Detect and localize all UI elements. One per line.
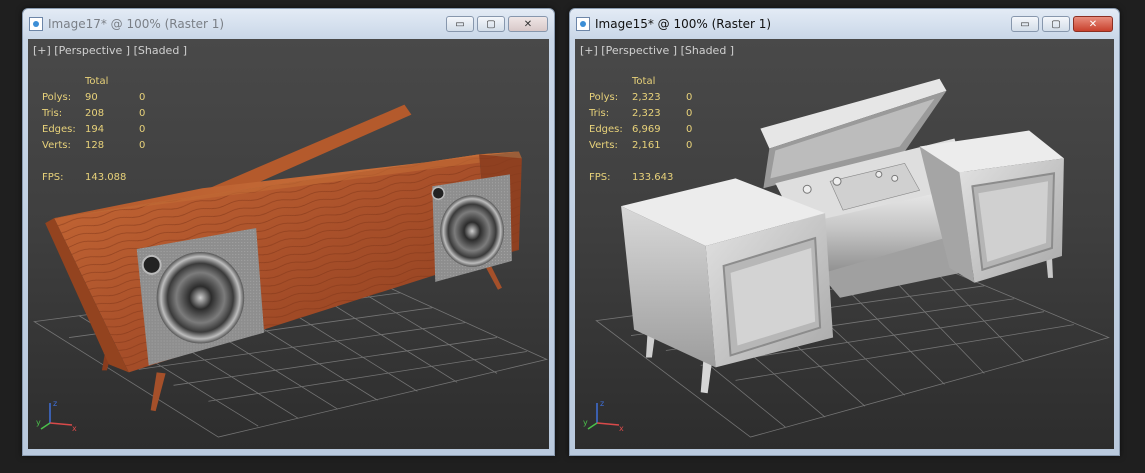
svg-text:z: z bbox=[600, 399, 604, 408]
app-icon bbox=[576, 17, 590, 31]
close-button[interactable]: ✕ bbox=[508, 16, 548, 32]
stat-row-verts: Verts: 128 0 bbox=[42, 140, 146, 151]
minimize-button[interactable]: ▭ bbox=[1011, 16, 1039, 32]
maximize-button[interactable]: ▢ bbox=[1042, 16, 1070, 32]
maximize-button[interactable]: ▢ bbox=[477, 16, 505, 32]
viewport-label[interactable]: [+] [Perspective ] [Shaded ] bbox=[580, 44, 734, 57]
close-icon: ✕ bbox=[1088, 18, 1098, 30]
stat-row-polys: Polys: 90 0 bbox=[42, 92, 146, 103]
viewport-window-image15[interactable]: Image15* @ 100% (Raster 1) ▭ ▢ ✕ [+] [Pe… bbox=[569, 8, 1120, 456]
stats-header: Total bbox=[632, 76, 656, 87]
maximize-icon: ▢ bbox=[1051, 18, 1061, 30]
minimize-button[interactable]: ▭ bbox=[446, 16, 474, 32]
svg-text:y: y bbox=[583, 418, 588, 427]
close-icon: ✕ bbox=[523, 18, 533, 30]
stat-row-fps: FPS: 143.088 bbox=[42, 172, 127, 183]
axis-gizmo-icon: z x y bbox=[36, 399, 77, 433]
stats-overlay: Total Polys: 2,323 0 Tris: 2,323 0 Edges: 6,9… bbox=[589, 74, 719, 186]
svg-text:y: y bbox=[36, 418, 41, 427]
title-bar[interactable]: Image15* @ 100% (Raster 1) ▭ ▢ ✕ bbox=[570, 9, 1119, 39]
maximize-icon: ▢ bbox=[486, 18, 496, 30]
speaker-left bbox=[156, 251, 245, 344]
minimize-icon: ▭ bbox=[1020, 18, 1030, 30]
viewport-window-image17[interactable]: Image17* @ 100% (Raster 1) ▭ ▢ ✕ [+] [Pe… bbox=[22, 8, 555, 456]
speaker-right bbox=[440, 195, 504, 267]
stat-row-tris: Tris: 2,323 0 bbox=[589, 108, 693, 119]
perspective-viewport[interactable]: [+] [Perspective ] [Shaded ] Total Polys… bbox=[28, 39, 549, 449]
stat-row-fps: FPS: 133.643 bbox=[589, 172, 674, 183]
axis-gizmo-icon: z x y bbox=[583, 399, 624, 433]
perspective-viewport[interactable]: [+] [Perspective ] [Shaded ] Total Polys… bbox=[575, 39, 1114, 449]
stats-overlay: Total Polys: 90 0 Tris: 208 0 Edges: 194 0 Ver… bbox=[42, 74, 172, 186]
svg-text:x: x bbox=[619, 424, 624, 433]
app-icon bbox=[29, 17, 43, 31]
stat-row-edges: Edges: 6,969 0 bbox=[589, 124, 693, 135]
stat-row-edges: Edges: 194 0 bbox=[42, 124, 146, 135]
window-title: Image15* @ 100% (Raster 1) bbox=[595, 17, 772, 31]
minimize-icon: ▭ bbox=[455, 18, 465, 30]
svg-text:z: z bbox=[53, 399, 57, 408]
viewport-label[interactable]: [+] [Perspective ] [Shaded ] bbox=[33, 44, 187, 57]
title-bar[interactable]: Image17* @ 100% (Raster 1) ▭ ▢ ✕ bbox=[23, 9, 554, 39]
stats-header: Total bbox=[85, 76, 109, 87]
close-button[interactable]: ✕ bbox=[1073, 16, 1113, 32]
svg-text:x: x bbox=[72, 424, 77, 433]
stat-row-verts: Verts: 2,161 0 bbox=[589, 140, 693, 151]
stat-row-polys: Polys: 2,323 0 bbox=[589, 92, 693, 103]
stat-row-tris: Tris: 208 0 bbox=[42, 108, 146, 119]
window-title: Image17* @ 100% (Raster 1) bbox=[48, 17, 225, 31]
